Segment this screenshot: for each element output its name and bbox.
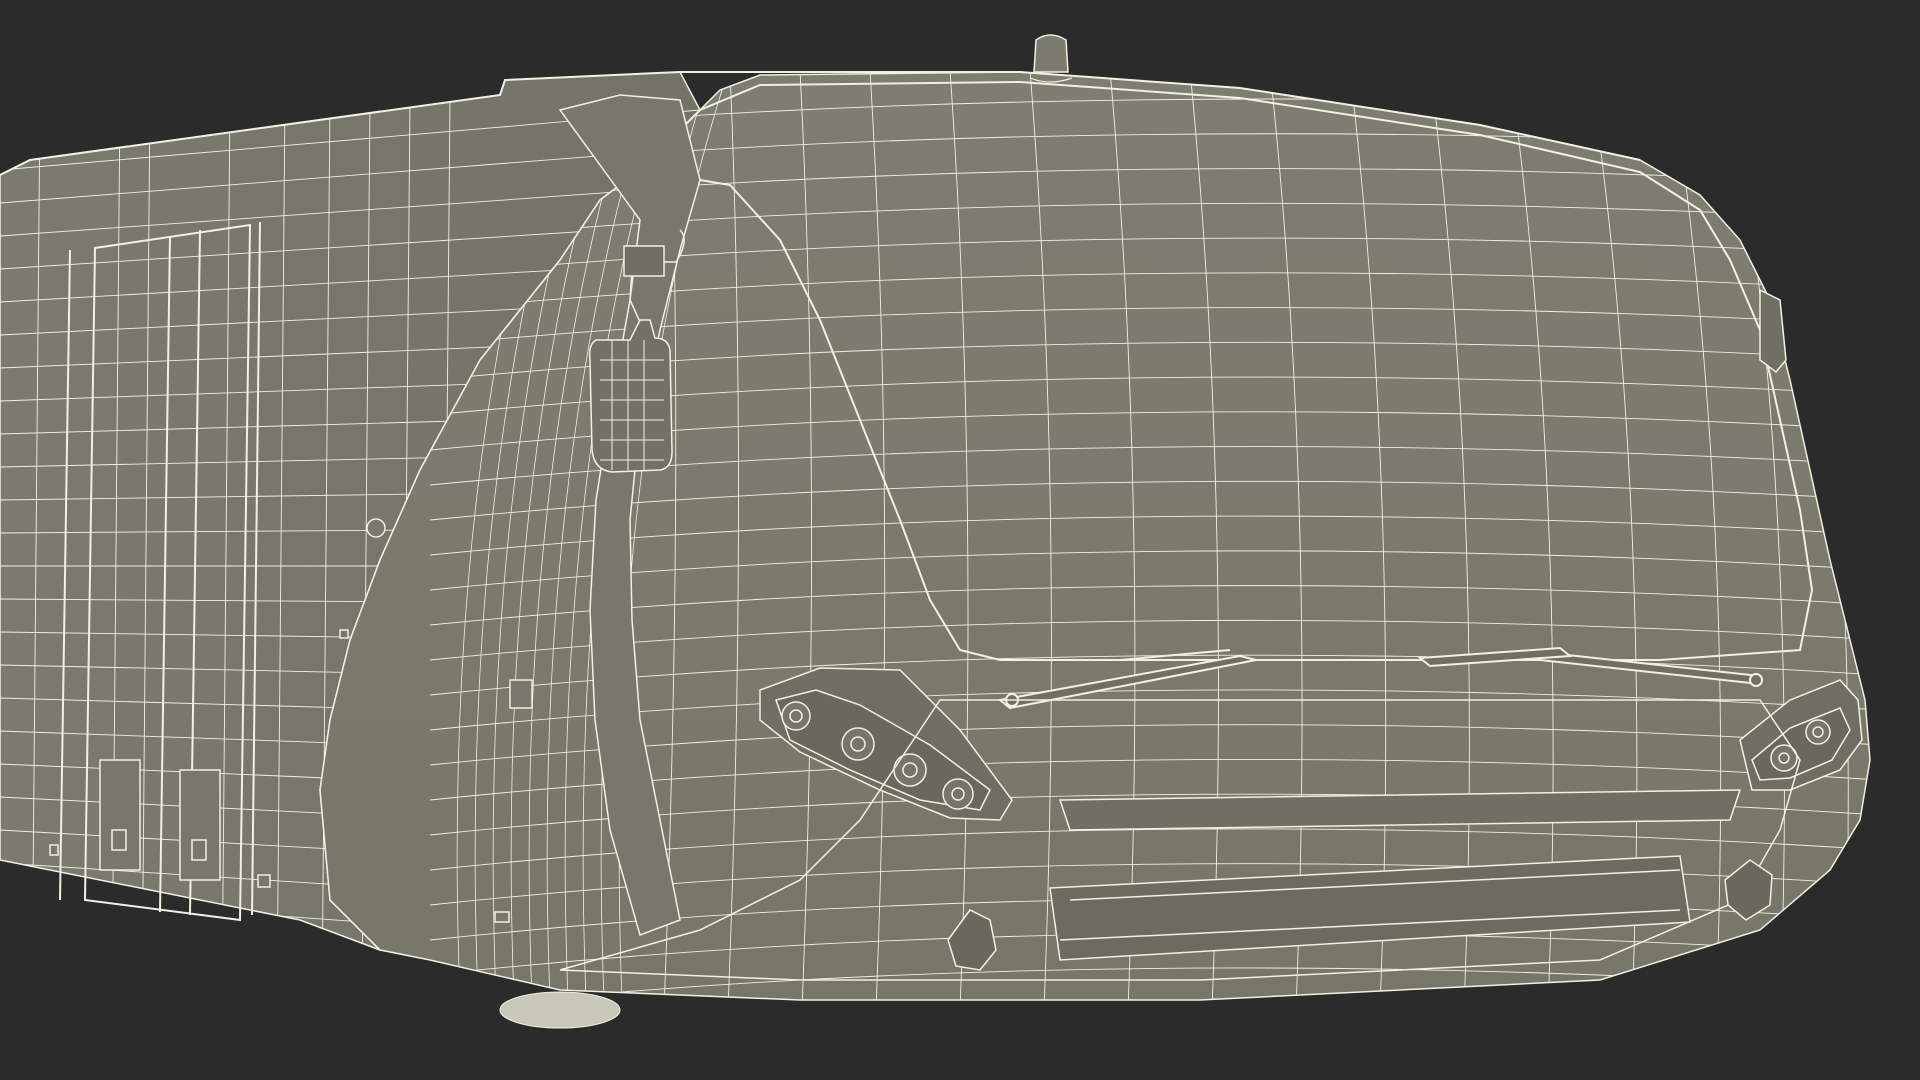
front-wheel-hint	[499, 991, 621, 1029]
right-mirror-edge	[1759, 288, 1787, 374]
mesh-edge	[430, 1003, 1880, 1045]
bus-wireframe-render	[0, 34, 1880, 1045]
render-viewport	[0, 0, 1920, 1080]
